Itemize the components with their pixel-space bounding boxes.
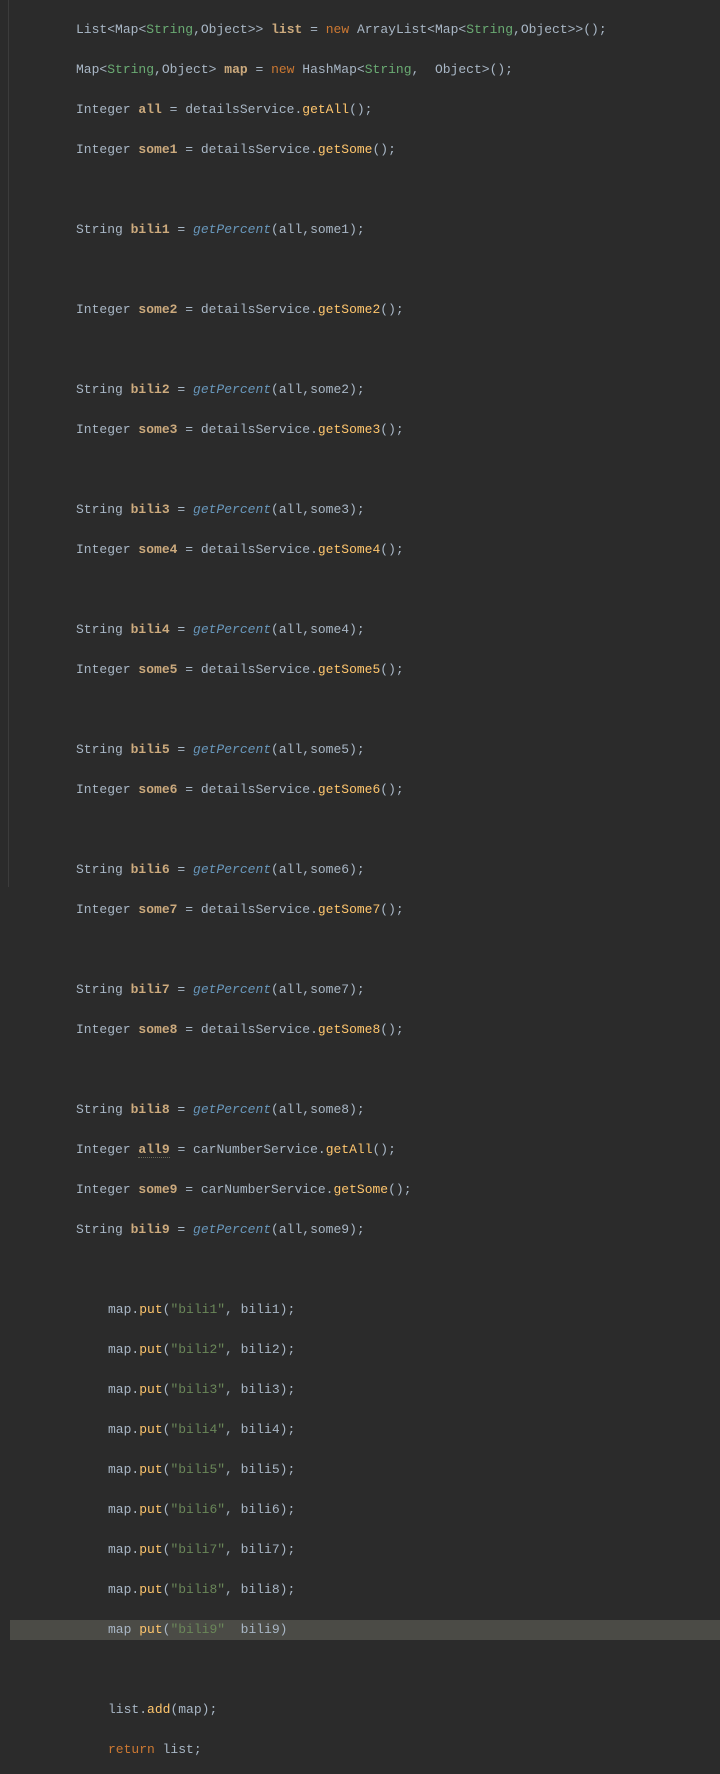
code-line[interactable]: String bili1 = getPercent(all,some1); <box>10 220 720 240</box>
code-line[interactable]: Map<String,Object> map = new HashMap<Str… <box>10 60 720 80</box>
editor-gutter <box>0 0 9 887</box>
code-line[interactable] <box>10 460 720 480</box>
unused-variable-all9: all9 <box>138 1142 169 1158</box>
code-line[interactable]: map.put("bili3", bili3); <box>10 1380 720 1400</box>
code-line[interactable]: Integer some7 = detailsService.getSome7(… <box>10 900 720 920</box>
code-line[interactable] <box>10 580 720 600</box>
code-line[interactable]: Integer some8 = detailsService.getSome8(… <box>10 1020 720 1040</box>
code-line[interactable]: Integer all = detailsService.getAll(); <box>10 100 720 120</box>
code-line[interactable]: Integer all9 = carNumberService.getAll()… <box>10 1140 720 1160</box>
code-line[interactable]: return list; <box>10 1740 720 1760</box>
code-line[interactable]: map.put("bili1", bili1); <box>10 1300 720 1320</box>
code-line-highlighted[interactable]: map put("bili9" bili9) <box>10 1620 720 1640</box>
code-line[interactable]: Integer some9 = carNumberService.getSome… <box>10 1180 720 1200</box>
code-line[interactable]: Integer some5 = detailsService.getSome5(… <box>10 660 720 680</box>
code-line[interactable]: String bili9 = getPercent(all,some9); <box>10 1220 720 1240</box>
code-line[interactable]: list.add(map); <box>10 1700 720 1720</box>
code-line[interactable]: map.put("bili5", bili5); <box>10 1460 720 1480</box>
code-line[interactable]: map.put("bili4", bili4); <box>10 1420 720 1440</box>
code-line[interactable] <box>10 820 720 840</box>
code-line[interactable] <box>10 340 720 360</box>
code-line[interactable]: Integer some6 = detailsService.getSome6(… <box>10 780 720 800</box>
type-list: List <box>76 22 107 37</box>
code-line[interactable]: map.put("bili6", bili6); <box>10 1500 720 1520</box>
code-line[interactable] <box>10 700 720 720</box>
code-line[interactable]: Integer some4 = detailsService.getSome4(… <box>10 540 720 560</box>
code-line[interactable]: String bili7 = getPercent(all,some7); <box>10 980 720 1000</box>
code-line[interactable]: Integer some1 = detailsService.getSome()… <box>10 140 720 160</box>
code-line[interactable]: String bili6 = getPercent(all,some6); <box>10 860 720 880</box>
code-line[interactable] <box>10 1660 720 1680</box>
code-line[interactable]: List<Map<String,Object>> list = new Arra… <box>10 20 720 40</box>
code-line[interactable]: map.put("bili8", bili8); <box>10 1580 720 1600</box>
code-line[interactable] <box>10 1260 720 1280</box>
code-line[interactable]: String bili5 = getPercent(all,some5); <box>10 740 720 760</box>
code-line[interactable] <box>10 1060 720 1080</box>
code-line[interactable] <box>10 180 720 200</box>
code-line[interactable]: String bili2 = getPercent(all,some2); <box>10 380 720 400</box>
code-line[interactable] <box>10 940 720 960</box>
code-line[interactable] <box>10 260 720 280</box>
code-line[interactable]: map.put("bili2", bili2); <box>10 1340 720 1360</box>
code-editor[interactable]: List<Map<String,Object>> list = new Arra… <box>10 0 720 887</box>
code-line[interactable]: String bili4 = getPercent(all,some4); <box>10 620 720 640</box>
code-line[interactable]: String bili8 = getPercent(all,some8); <box>10 1100 720 1120</box>
code-line[interactable]: map.put("bili7", bili7); <box>10 1540 720 1560</box>
code-line[interactable]: String bili3 = getPercent(all,some3); <box>10 500 720 520</box>
code-line[interactable]: Integer some2 = detailsService.getSome2(… <box>10 300 720 320</box>
code-line[interactable]: Integer some3 = detailsService.getSome3(… <box>10 420 720 440</box>
